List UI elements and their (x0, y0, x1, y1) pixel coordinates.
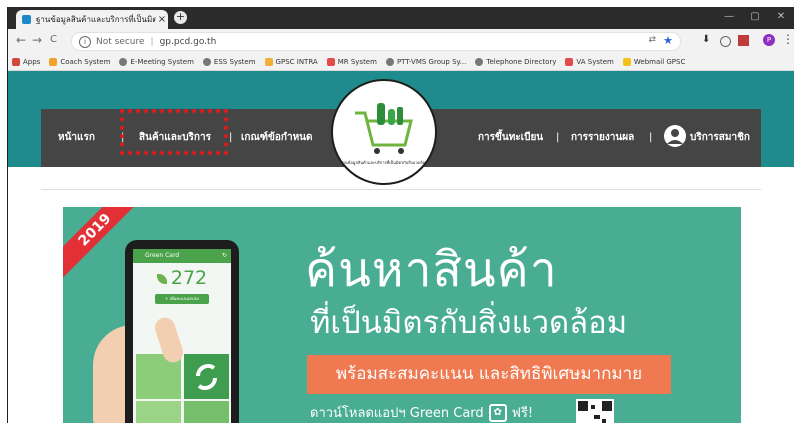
refresh-icon: ↻ (221, 252, 227, 259)
bookmark-va-system[interactable]: VA System (565, 57, 614, 66)
bookmark-label: Telephone Directory (486, 57, 557, 66)
bookmark-coach-system[interactable]: Coach System (49, 57, 111, 66)
recycle-arrows-icon (196, 364, 217, 390)
address-bar[interactable]: i Not secure | gp.pcd.go.th ⇄ ★ (71, 32, 681, 51)
bookmark-label: PTT-VMS Group Sy... (396, 57, 467, 66)
bookmark-webmail-gpsc[interactable]: Webmail GPSC (622, 57, 686, 66)
extension-red-icon[interactable] (738, 35, 749, 46)
nav-registration[interactable]: การขึ้นทะเบียน (478, 109, 543, 167)
header-divider (41, 189, 761, 190)
tab-close-icon[interactable]: × (156, 14, 168, 25)
download-free: ฟรี! (511, 406, 534, 421)
hero-banner[interactable]: 2019 Green Card ↻ 272 + เพิ่มคะแนนสะสม ค… (63, 207, 741, 423)
minimize-button[interactable]: — (716, 7, 742, 29)
header-band-left (8, 109, 41, 167)
bookmark-gpsc-intra[interactable]: GPSC INTRA (264, 57, 318, 66)
web-page: หน้าแรก | สินค้าและบริการ | เกณฑ์ข้อกำหน… (8, 71, 794, 423)
new-tab-button[interactable]: + (174, 11, 187, 24)
back-arrow-icon[interactable]: ← (16, 33, 26, 47)
browser-menu-icon[interactable]: ⋮ (782, 32, 794, 46)
bookmark-e-meeting[interactable]: E-Meeting System (119, 57, 194, 66)
reload-icon[interactable]: C (50, 34, 57, 45)
globe-icon (385, 57, 394, 66)
nav-home[interactable]: หน้าแรก (58, 109, 95, 167)
tab-title: ฐานข้อมูลสินค้าและบริการที่เป็นมิตรกับสิ… (36, 15, 156, 24)
shopping-cart-logo-icon (336, 84, 432, 180)
browser-tab[interactable]: ฐานข้อมูลสินค้าและบริการที่เป็นมิตรกับสิ… (16, 10, 168, 29)
mr-system-icon (326, 57, 335, 66)
bookmark-star-icon[interactable]: ★ (663, 34, 673, 47)
profile-avatar[interactable]: P (763, 34, 775, 46)
bookmark-label: ESS System (213, 57, 256, 66)
coach-system-icon (49, 57, 58, 66)
bookmark-label: Webmail GPSC (633, 57, 686, 66)
app-tile-green (184, 401, 229, 423)
apps-grid-icon (12, 57, 20, 66)
header-band-right (761, 109, 794, 167)
bookmark-label: Coach System (60, 57, 111, 66)
nav-separator: | (229, 132, 233, 143)
site-logo[interactable]: ฐานข้อมูลสินค้าและบริการที่เป็นมิตรกับสิ… (331, 79, 437, 185)
nav-reports[interactable]: การรายงานผล (571, 109, 634, 167)
site-favicon-icon (22, 15, 31, 24)
bookmark-apps[interactable]: Apps (12, 57, 41, 66)
points-value: 272 (170, 267, 208, 289)
bookmark-telephone-directory[interactable]: Telephone Directory (475, 57, 557, 66)
translate-icon[interactable]: ⇄ (648, 35, 656, 45)
maximize-button[interactable]: ▢ (742, 7, 768, 29)
bookmark-ptt-vms[interactable]: PTT-VMS Group Sy... (385, 57, 467, 66)
forward-arrow-icon[interactable]: → (32, 33, 42, 47)
gpsc-intra-icon (264, 57, 273, 66)
download-app-line[interactable]: ดาวน์โหลดแอปฯ Green Card ✿ ฟรี! (310, 402, 533, 423)
globe-icon (475, 57, 484, 66)
bookmark-label: VA System (576, 57, 614, 66)
download-icon[interactable]: ⬇ (702, 34, 710, 45)
app-tile-heart (136, 401, 181, 423)
url-text[interactable]: gp.pcd.go.th (160, 37, 217, 47)
logo-caption: ฐานข้อมูลสินค้าและบริการที่เป็นมิตรกับสิ… (340, 160, 428, 165)
highlight-annotation-box (120, 109, 228, 155)
bookmark-label: MR System (337, 57, 377, 66)
browser-window: ฐานข้อมูลสินค้าและบริการที่เป็นมิตรกับสิ… (7, 7, 794, 423)
bookmark-mr-system[interactable]: MR System (326, 57, 377, 66)
globe-icon (119, 57, 128, 66)
close-window-button[interactable]: ✕ (768, 7, 794, 29)
nav-member-services[interactable]: บริการสมาชิก (690, 109, 750, 167)
security-label: Not secure (96, 36, 145, 47)
qr-code-icon[interactable] (576, 399, 614, 423)
user-avatar-icon[interactable] (663, 124, 687, 148)
app-title-bar: Green Card ↻ (133, 249, 231, 263)
bookmark-label: E-Meeting System (130, 57, 194, 66)
bookmark-label: GPSC INTRA (275, 57, 318, 66)
app-title: Green Card (145, 252, 180, 259)
banner-subheadline: ที่เป็นมิตรกับสิ่งแวดล้อม (310, 305, 628, 341)
bookmark-ess-system[interactable]: ESS System (202, 57, 256, 66)
nav-separator: | (649, 132, 653, 143)
recycle-icon (184, 354, 229, 399)
webmail-icon (622, 57, 631, 66)
green-card-app-icon: ✿ (488, 403, 507, 422)
globe-icon (202, 57, 211, 66)
va-system-icon (565, 57, 574, 66)
add-points-button: + เพิ่มคะแนนสะสม (155, 294, 209, 304)
nav-separator: | (556, 132, 560, 143)
window-controls: — ▢ ✕ (716, 7, 794, 29)
download-text: ดาวน์โหลดแอปฯ Green Card (310, 406, 484, 421)
app-points: 272 (133, 267, 231, 289)
qr-pattern (578, 401, 612, 423)
info-icon[interactable]: i (79, 35, 91, 48)
leaf-icon (156, 274, 167, 284)
promo-banner: พร้อมสะสมคะแนน และสิทธิพิเศษมากมาย (307, 355, 671, 394)
extension-circle-icon[interactable] (720, 36, 731, 47)
url-separator: | (150, 36, 154, 47)
bookmarks-bar: Apps Coach System E-Meeting System ESS S… (8, 53, 794, 71)
bookmark-label: Apps (23, 57, 41, 66)
phone-screen: Green Card ↻ 272 + เพิ่มคะแนนสะสม (133, 249, 231, 423)
browser-toolbar: ← → C i Not secure | gp.pcd.go.th ⇄ ★ ⬇ … (8, 29, 794, 53)
tab-strip: ฐานข้อมูลสินค้าและบริการที่เป็นมิตรกับสิ… (8, 7, 794, 29)
nav-criteria[interactable]: เกณฑ์ข้อกำหนด (241, 109, 312, 167)
